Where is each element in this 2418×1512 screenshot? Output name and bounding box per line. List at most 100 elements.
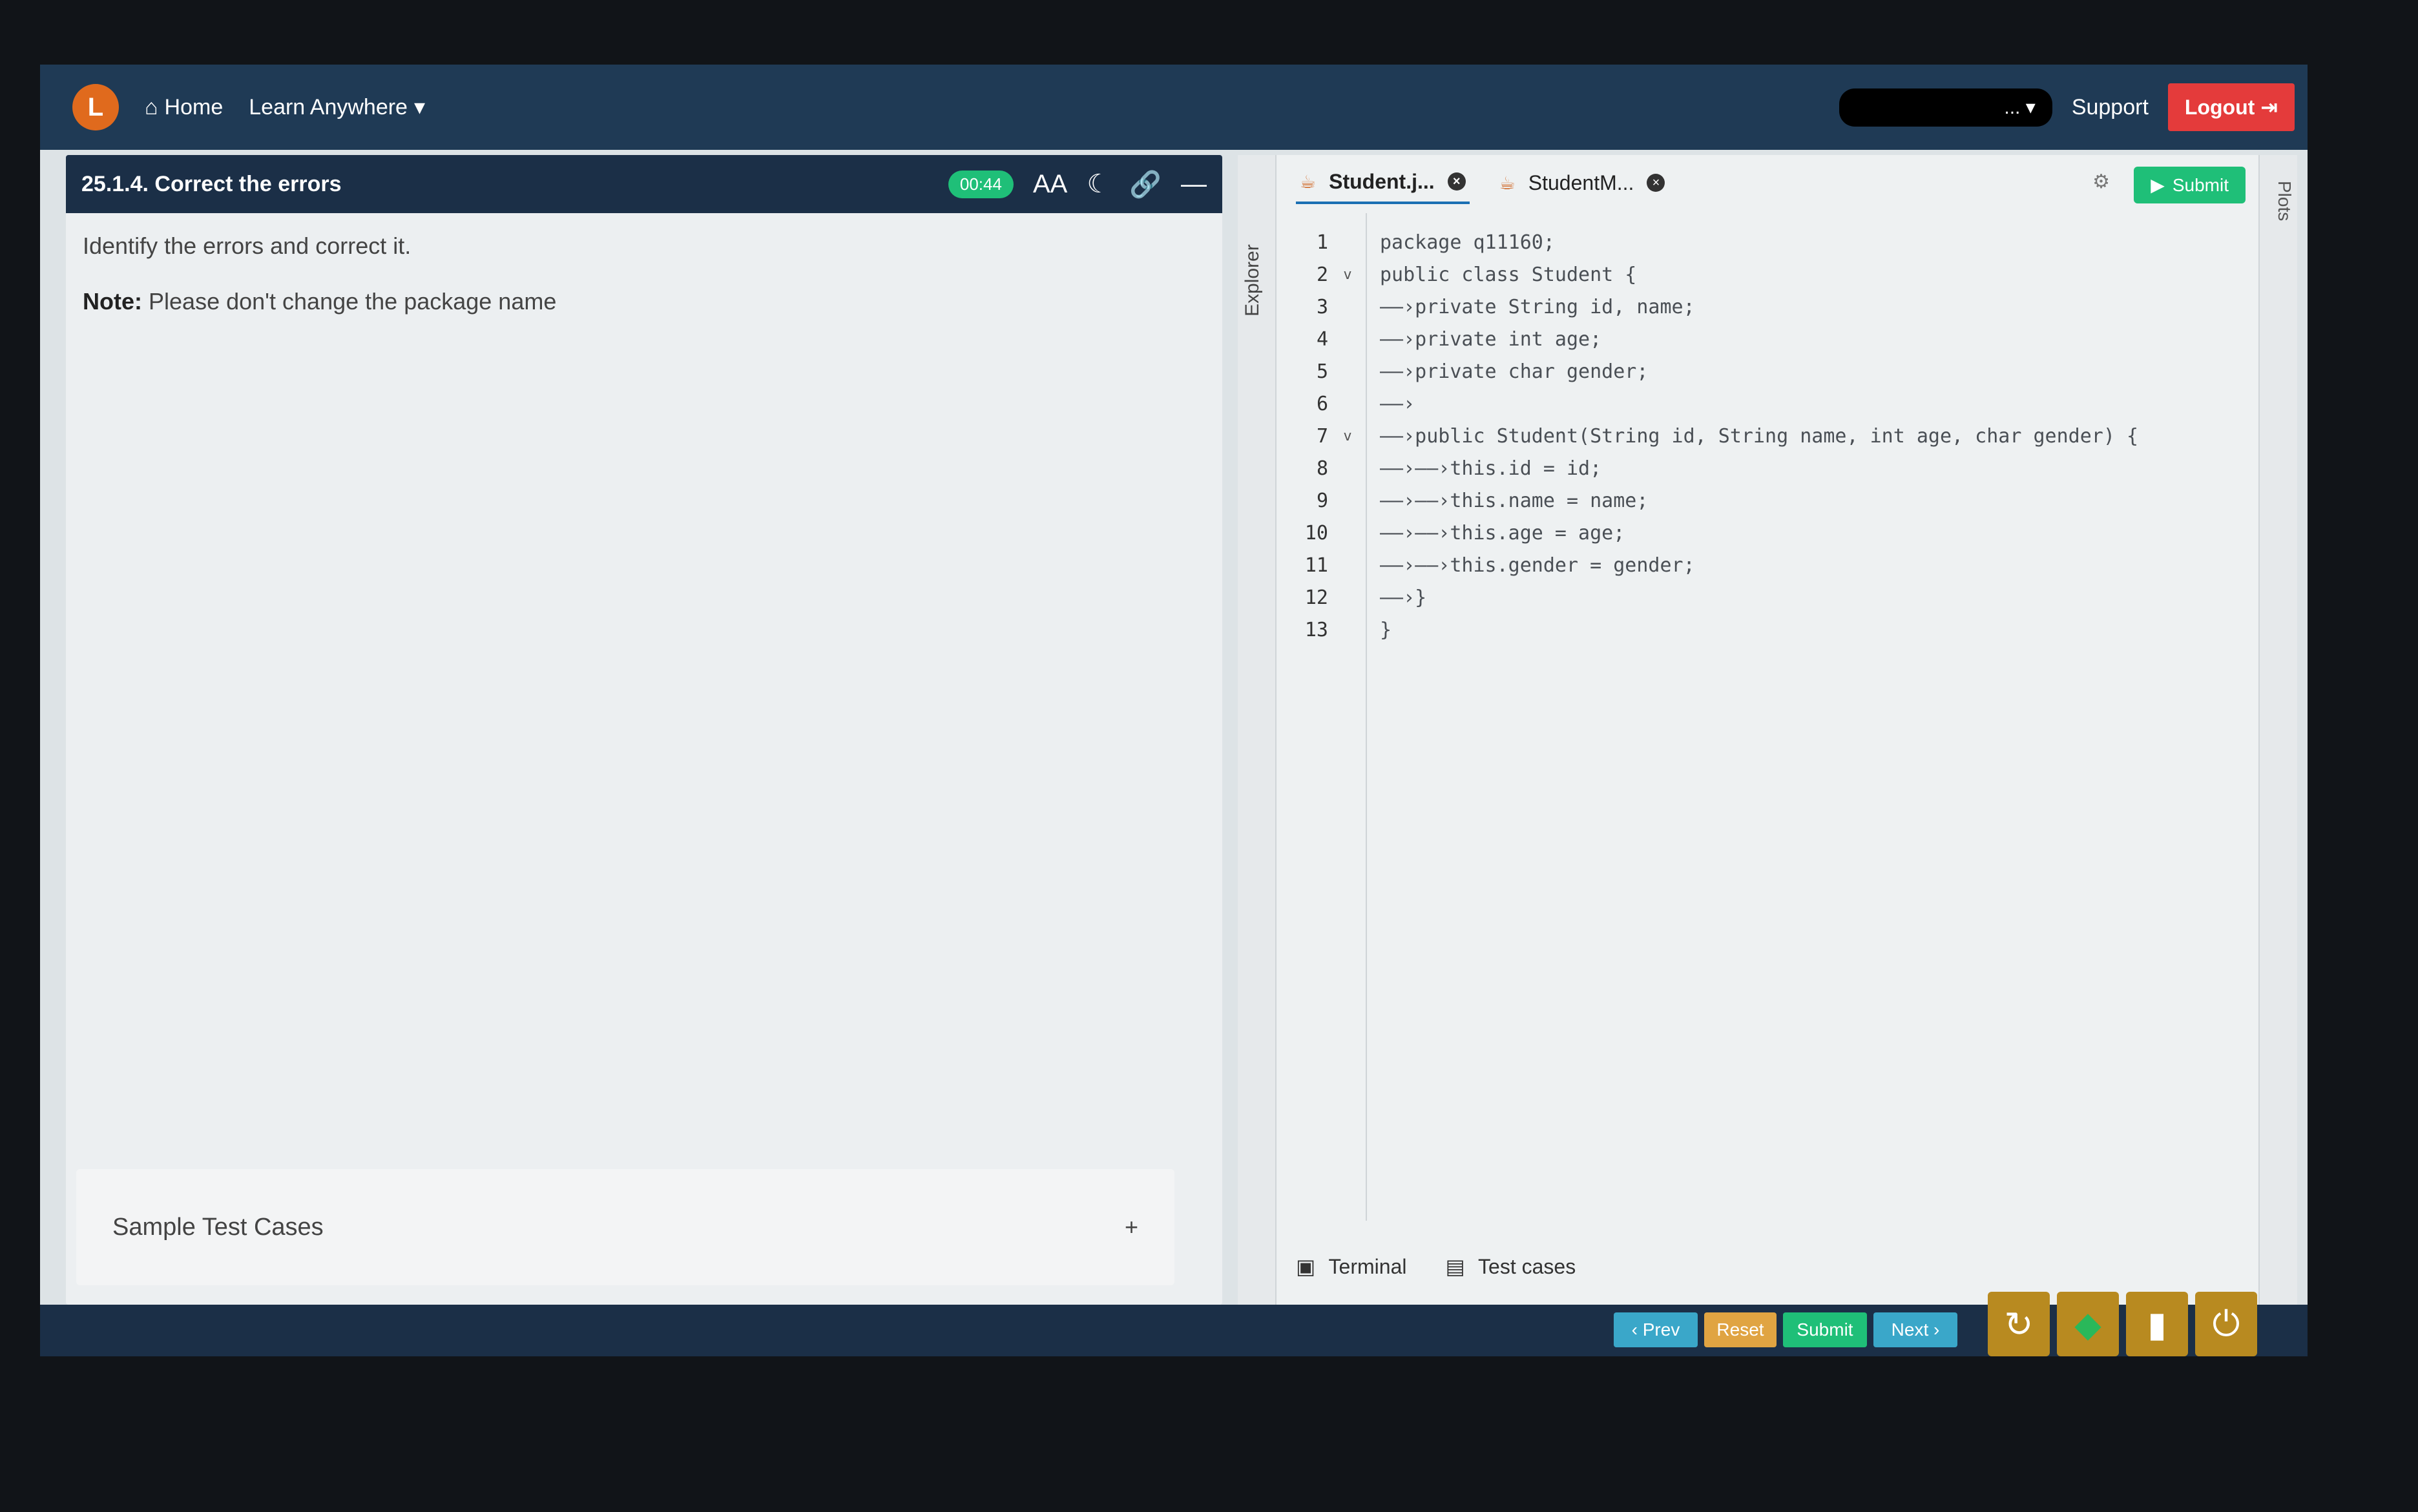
minimize-icon[interactable]: — [1181, 170, 1207, 199]
code-line[interactable]: 7 v ——›public Student(String id, String na… [1277, 420, 2258, 452]
user-menu[interactable]: ... ▾ [1839, 88, 2052, 127]
sample-test-cases-label: Sample Test Cases [112, 1213, 324, 1241]
test-cases-tab[interactable]: ▤ Test cases [1445, 1254, 1576, 1279]
plots-label: Plots [2275, 181, 2295, 222]
line-number: 1 [1316, 231, 1328, 254]
question-description: Identify the errors and correct it. [83, 233, 412, 259]
top-navbar: L ⌂ Home Learn Anywhere ▾ ... ▾ Support … [40, 65, 2308, 150]
code-line[interactable]: 6 ——› [1277, 388, 2258, 420]
link-icon[interactable]: 🔗 [1129, 169, 1162, 200]
settings-icon[interactable]: ⚙ [2092, 171, 2110, 193]
test-cases-icon: ▤ [1445, 1255, 1465, 1278]
tab-studentmain-java[interactable]: ☕ StudentM... × [1496, 163, 1669, 203]
dark-mode-icon[interactable]: ☾ [1087, 169, 1110, 199]
submit-button[interactable]: Submit [1783, 1312, 1867, 1347]
code-line[interactable]: 12 ——›} [1277, 581, 2258, 614]
code-text: ——›private char gender; [1380, 360, 1649, 383]
submit-label: Submit [2172, 174, 2229, 195]
explorer-sidebar[interactable]: Explorer [1238, 155, 1277, 1305]
code-line[interactable]: 3 ——›private String id, name; [1277, 291, 2258, 323]
expand-plus-icon[interactable]: + [1125, 1214, 1138, 1241]
code-line[interactable]: 13} [1277, 614, 2258, 646]
user-name-label: ... [2004, 96, 2021, 118]
learn-anywhere-dropdown[interactable]: Learn Anywhere ▾ [249, 94, 425, 120]
line-number: 10 [1304, 521, 1328, 544]
line-number: 3 [1316, 295, 1328, 318]
terminal-tab[interactable]: ▣ Terminal [1296, 1254, 1406, 1279]
power-icon[interactable]: ⏻ [2195, 1292, 2257, 1356]
question-title: 25.1.4. Correct the errors [81, 171, 342, 196]
line-number: 5 [1316, 360, 1328, 383]
next-button[interactable]: Next › [1873, 1312, 1957, 1347]
code-line[interactable]: 9 ——›——›this.name = name; [1277, 484, 2258, 517]
fold-chevron-icon[interactable]: v [1328, 428, 1367, 444]
note-label: Note: [83, 288, 142, 315]
logout-label: Logout [2184, 96, 2255, 119]
question-header: 25.1.4. Correct the errors 00:44 AA ☾ 🔗 … [66, 155, 1222, 213]
screen: L ⌂ Home Learn Anywhere ▾ ... ▾ Support … [40, 65, 2308, 1356]
line-number: 6 [1316, 392, 1328, 415]
code-text: ——› [1380, 392, 1415, 415]
action-bar [40, 1305, 2308, 1356]
code-text: package q11160; [1380, 231, 1555, 254]
caret-down-icon: ▾ [2025, 96, 2036, 118]
sample-test-cases-accordion[interactable]: Sample Test Cases + [76, 1169, 1174, 1285]
tab-label: Student.j... [1329, 169, 1435, 193]
close-icon[interactable]: × [1447, 172, 1466, 191]
file-tabs: ☕ Student.j... × ☕ StudentM... × [1277, 155, 2258, 211]
code-text: ——›private int age; [1380, 327, 1602, 351]
wifi-icon[interactable]: ◆ [2057, 1292, 2119, 1356]
line-number: 12 [1304, 586, 1328, 609]
code-line[interactable]: 2 v public class Student { [1277, 258, 2258, 291]
code-line[interactable]: 1 package q11160; [1277, 226, 2258, 258]
reset-button[interactable]: Reset [1704, 1312, 1777, 1347]
bottom-tabs: ▣ Terminal ▤ Test cases [1277, 1254, 1576, 1279]
logo-icon[interactable]: L [72, 84, 119, 130]
battery-icon[interactable]: ▮ [2126, 1292, 2188, 1356]
question-tools: 00:44 AA ☾ 🔗 — [948, 169, 1207, 200]
code-text: public class Student { [1380, 263, 1637, 286]
note-text: Please don't change the package name [149, 288, 557, 315]
nav-right-group: ... ▾ Support Logout ⇥ [1839, 83, 2295, 131]
refresh-icon[interactable]: ↻ [1988, 1292, 2050, 1356]
support-link[interactable]: Support [2072, 95, 2149, 120]
play-circle-icon: ▶ [2151, 175, 2165, 195]
code-line[interactable]: 10 ——›——›this.age = age; [1277, 517, 2258, 549]
code-line[interactable]: 4 ——›private int age; [1277, 323, 2258, 355]
java-file-icon: ☕ [1499, 172, 1516, 193]
editor-panel: Explorer ☕ Student.j... × ☕ StudentM... … [1238, 155, 2297, 1305]
home-icon: ⌂ [145, 94, 158, 119]
learn-anywhere-label: Learn Anywhere [249, 94, 408, 119]
tab-label: StudentM... [1528, 171, 1634, 194]
home-label: Home [164, 94, 224, 119]
home-link[interactable]: ⌂ Home [145, 95, 223, 120]
monitor-bezel: L ⌂ Home Learn Anywhere ▾ ... ▾ Support … [0, 0, 2418, 1512]
java-file-icon: ☕ [1300, 171, 1317, 192]
code-text: ——›——›this.age = age; [1380, 521, 1625, 544]
caret-down-icon: ▾ [413, 95, 426, 119]
code-text: ——›public Student(String id, String name… [1380, 424, 2138, 448]
prev-button[interactable]: ‹ Prev [1614, 1312, 1698, 1347]
code-text: ——›private String id, name; [1380, 295, 1695, 318]
code-text: ——›——›this.gender = gender; [1380, 554, 1695, 577]
tab-student-java[interactable]: ☕ Student.j... × [1296, 162, 1470, 204]
code-text: ——›} [1380, 586, 1427, 609]
code-text: ——›——›this.id = id; [1380, 457, 1602, 480]
line-number: 13 [1304, 618, 1328, 641]
code-editor[interactable]: 1 package q11160; 2 v public class Student {… [1277, 213, 2258, 1221]
font-size-icon[interactable]: AA [1033, 170, 1067, 199]
timer-badge: 00:44 [948, 170, 1014, 198]
logout-icon: ⇥ [2260, 96, 2278, 119]
line-number: 7 [1316, 424, 1328, 448]
code-line[interactable]: 5 ——›private char gender; [1277, 355, 2258, 388]
terminal-label: Terminal [1328, 1255, 1407, 1278]
fold-chevron-icon[interactable]: v [1328, 267, 1367, 283]
submit-code-button[interactable]: ▶ Submit [2134, 167, 2246, 203]
code-line[interactable]: 8 ——›——›this.id = id; [1277, 452, 2258, 484]
question-note: Note: Please don't change the package na… [83, 288, 1205, 315]
plots-sidebar[interactable]: Plots [2258, 155, 2297, 1305]
logout-button[interactable]: Logout ⇥ [2167, 83, 2295, 131]
close-icon[interactable]: × [1647, 174, 1665, 192]
code-line[interactable]: 11 ——›——›this.gender = gender; [1277, 549, 2258, 581]
explorer-label: Explorer [1242, 244, 1263, 316]
